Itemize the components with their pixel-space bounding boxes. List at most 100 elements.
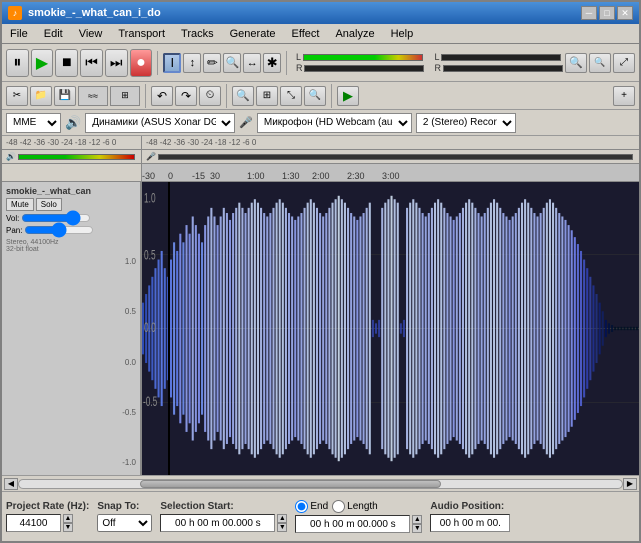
channels-select[interactable]: 2 (Stereo) Record xyxy=(416,113,516,133)
track-name: smokie_-_what_can xyxy=(6,186,136,196)
tick-3:00: 3:00 xyxy=(382,171,400,181)
waveform-view-btn[interactable]: ≈≈ xyxy=(78,86,108,106)
end-length-group: End Length ▲ ▼ xyxy=(295,500,422,533)
edit-open[interactable]: 📁 xyxy=(30,86,52,106)
sel-start-down[interactable]: ▼ xyxy=(277,523,287,532)
menu-effect[interactable]: Effect xyxy=(284,26,328,42)
tool-zoom[interactable]: 🔍 xyxy=(223,53,241,73)
tool-multi[interactable]: ✱ xyxy=(263,53,281,73)
zoom-in-btn[interactable]: 🔍 xyxy=(565,53,587,73)
db-scale-row: -48 -42 -36 -30 -24 -18 -12 -6 0 -48 -42… xyxy=(2,136,639,150)
skip-start-button[interactable]: ⏮ xyxy=(80,49,103,77)
maximize-button[interactable]: □ xyxy=(599,6,615,20)
search-btn[interactable]: 🔍 xyxy=(232,86,254,106)
waveform-view2-btn[interactable]: ⊞ xyxy=(110,86,140,106)
end-up[interactable]: ▲ xyxy=(412,515,422,524)
play-button[interactable]: ▶ xyxy=(31,49,54,77)
audio-position-field[interactable] xyxy=(430,514,510,532)
menu-edit[interactable]: Edit xyxy=(36,26,71,42)
fit-btn[interactable]: ⤢ xyxy=(613,53,635,73)
snap-to-group: Snap To: Off xyxy=(97,501,152,532)
tool-select[interactable]: I xyxy=(163,53,181,73)
zoom-sel-btn[interactable]: ⊞ xyxy=(256,86,278,106)
snap-to-select[interactable]: Off xyxy=(97,514,152,532)
selection-start-field[interactable] xyxy=(160,514,275,532)
edit-save[interactable]: 💾 xyxy=(54,86,76,106)
sep4 xyxy=(226,84,227,108)
zoom-out-btn[interactable]: 🔍 xyxy=(589,53,611,73)
pause-button[interactable]: ⏸ xyxy=(6,49,29,77)
tick--15: -15 xyxy=(192,171,205,181)
tool-timeshift[interactable]: ↔ xyxy=(243,53,261,73)
length-radio-label[interactable]: Length xyxy=(332,500,378,513)
y-scale: 1.0 0.5 0.0 -0.5 -1.0 xyxy=(6,257,136,471)
scrollbar-track[interactable] xyxy=(18,479,623,489)
record-meter-l: L xyxy=(434,52,563,62)
menubar: File Edit View Transport Tracks Generate… xyxy=(2,24,639,44)
end-radio-label[interactable]: End xyxy=(295,500,328,513)
scrollbar-thumb[interactable] xyxy=(140,480,442,488)
length-radio[interactable] xyxy=(332,500,345,513)
tick-1:00: 1:00 xyxy=(247,171,265,181)
playback-level-meter xyxy=(18,154,135,160)
main-window: ♪ smokie_-_what_can_i_do ─ □ ✕ File Edit… xyxy=(0,0,641,543)
menu-transport[interactable]: Transport xyxy=(110,26,173,42)
input-label: 🔊 xyxy=(2,150,142,163)
scroll-left-btn[interactable]: ◀ xyxy=(4,478,18,490)
tool-envelope[interactable]: ↕ xyxy=(183,53,201,73)
selection-start-label: Selection Start: xyxy=(160,501,287,512)
playback-r-bar xyxy=(304,65,424,72)
menu-help[interactable]: Help xyxy=(383,26,422,42)
mic2-icon: 🎤 xyxy=(146,152,156,161)
end-radio[interactable] xyxy=(295,500,308,513)
end-spinner[interactable]: ▲ ▼ xyxy=(412,515,422,533)
zoom-out2-btn[interactable]: 🔍 xyxy=(304,86,326,106)
rate-spin-down[interactable]: ▼ xyxy=(63,523,73,532)
horizontal-scrollbar[interactable]: ◀ ▶ xyxy=(2,475,639,491)
end-down[interactable]: ▼ xyxy=(412,524,422,533)
sync-btn[interactable]: ⏲ xyxy=(199,86,221,106)
menu-file[interactable]: File xyxy=(2,26,36,42)
end-field[interactable] xyxy=(295,515,410,533)
record-meter-area: L R xyxy=(434,52,563,73)
record-r-bar xyxy=(443,65,563,72)
zoom-fit-btn[interactable]: ⤡ xyxy=(280,86,302,106)
menu-view[interactable]: View xyxy=(71,26,111,42)
misc-btn[interactable]: + xyxy=(613,86,635,106)
tick-1:30: 1:30 xyxy=(282,171,300,181)
playback-level-bar xyxy=(303,54,423,61)
scroll-right-btn[interactable]: ▶ xyxy=(623,478,637,490)
undo-btn[interactable]: ↶ xyxy=(151,86,173,106)
project-rate-spinner[interactable]: ▲ ▼ xyxy=(63,514,73,532)
tick-2:30: 2:30 xyxy=(347,171,365,181)
skip-end-button[interactable]: ⏭ xyxy=(105,49,128,77)
project-rate-input: ▲ ▼ xyxy=(6,514,89,532)
api-select[interactable]: MME xyxy=(6,113,61,133)
menu-generate[interactable]: Generate xyxy=(222,26,284,42)
titlebar-left: ♪ smokie_-_what_can_i_do xyxy=(8,6,161,20)
project-rate-field[interactable] xyxy=(6,514,61,532)
waveform-area[interactable]: 1.0 0.5 0.0 -0.5 xyxy=(142,182,639,475)
playback-device-select[interactable]: Динамики (ASUS Xonar DGX A xyxy=(85,113,235,133)
play2-btn[interactable]: ▶ xyxy=(337,86,359,106)
minimize-button[interactable]: ─ xyxy=(581,6,597,20)
sel-start-spinner[interactable]: ▲ ▼ xyxy=(277,514,287,532)
record-device-select[interactable]: Микрофон (HD Webcam (audi xyxy=(257,113,412,133)
menu-tracks[interactable]: Tracks xyxy=(173,26,222,42)
transport-toolbar: ⏸ ▶ ■ ⏮ ⏭ ● I ↕ ✏ 🔍 ↔ ✱ L R L xyxy=(2,44,639,82)
timeline-scale[interactable]: -30 -15 0 30 1:00 1:30 2:00 2:30 3:00 xyxy=(142,164,639,181)
pan-slider[interactable] xyxy=(24,225,94,235)
menu-analyze[interactable]: Analyze xyxy=(327,26,382,42)
record-button[interactable]: ● xyxy=(130,49,153,77)
redo-btn[interactable]: ↷ xyxy=(175,86,197,106)
sel-start-up[interactable]: ▲ xyxy=(277,514,287,523)
edit-toolbar: ✂ 📁 💾 ≈≈ ⊞ ↶ ↷ ⏲ 🔍 ⊞ ⤡ 🔍 ▶ + xyxy=(2,82,639,110)
timeline-scale-row[interactable]: -30 -15 0 30 1:00 1:30 2:00 2:30 3:00 xyxy=(2,164,639,182)
audio-position-label: Audio Position: xyxy=(430,501,510,512)
rate-spin-up[interactable]: ▲ xyxy=(63,514,73,523)
speaker-icon: 🔊 xyxy=(65,115,81,131)
tool-draw[interactable]: ✏ xyxy=(203,53,221,73)
close-button[interactable]: ✕ xyxy=(617,6,633,20)
stop-button[interactable]: ■ xyxy=(55,49,78,77)
edit-trim[interactable]: ✂ xyxy=(6,86,28,106)
